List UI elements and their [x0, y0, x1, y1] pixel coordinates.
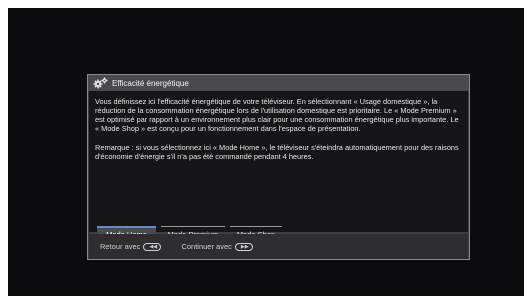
forward-button-icon: ▶▶: [234, 242, 253, 251]
continue-label: Continuer avec: [181, 242, 232, 251]
gears-icon: [93, 77, 109, 89]
energy-efficiency-dialog: Efficacité énergétique Vous définissez i…: [87, 74, 470, 260]
back-label: Retour avec: [100, 242, 141, 251]
back-button-icon: ◀◀: [143, 242, 162, 251]
continue-hint[interactable]: Continuer avec ▶▶: [181, 242, 253, 251]
description-paragraph: Vous définissez ici l'efficacité énergét…: [95, 97, 459, 133]
note-paragraph: Remarque : si vous sélectionnez ici « Mo…: [95, 143, 459, 161]
tv-screen: Efficacité énergétique Vous définissez i…: [8, 8, 524, 296]
dialog-titlebar: Efficacité énergétique: [88, 75, 469, 91]
dialog-body: Vous définissez ici l'efficacité énergét…: [89, 91, 468, 241]
dialog-title: Efficacité énergétique: [112, 78, 189, 88]
dialog-footer: Retour avec ◀◀ Continuer avec ▶▶: [89, 234, 468, 259]
back-hint[interactable]: Retour avec ◀◀: [100, 242, 162, 251]
